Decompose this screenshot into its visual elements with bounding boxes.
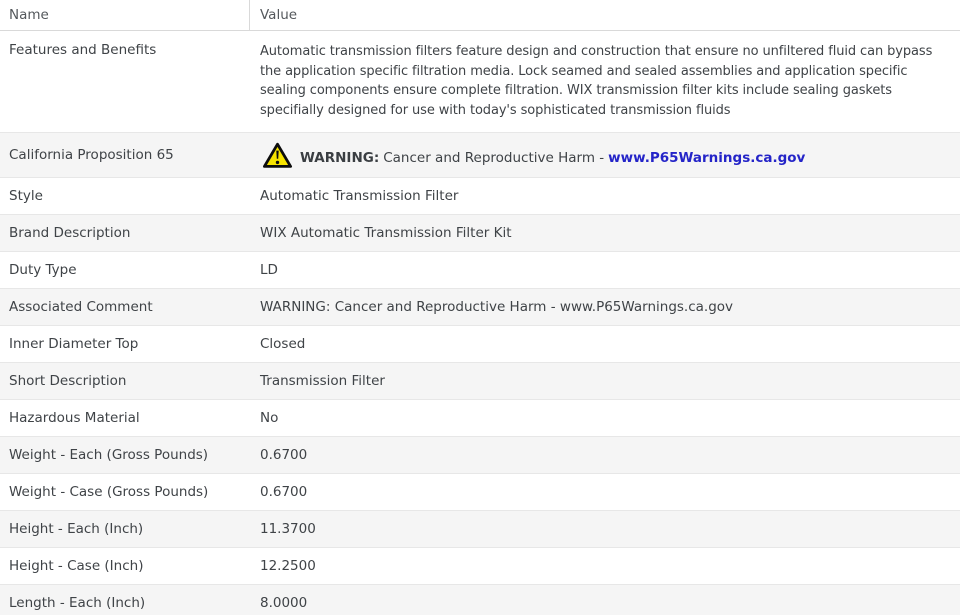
row-value: 0.6700 [260,447,308,463]
row-name: Style [9,188,43,204]
table-row-associated-comment: Associated Comment WARNING: Cancer and R… [0,289,960,326]
warning-label: WARNING: [300,150,380,166]
row-value: Transmission Filter [260,373,385,389]
row-value: WARNING: Cancer and Reproductive Harm - ww… [250,141,960,169]
column-header-value-label: Value [260,7,298,23]
row-value: 8.0000 [260,595,308,611]
table-row-height-each: Height - Each (Inch) 11.3700 [0,511,960,548]
row-value: 12.2500 [260,558,316,574]
row-name: Short Description [9,373,127,389]
warning-triangle-icon [262,141,293,169]
row-name: Height - Each (Inch) [9,521,144,537]
row-value: Automatic Transmission Filter [260,188,459,204]
row-name: Inner Diameter Top [9,336,139,352]
table-header-row: Name Value [0,0,960,31]
row-name: Weight - Case (Gross Pounds) [9,484,209,500]
row-value: WIX Automatic Transmission Filter Kit [260,225,512,241]
row-name: Brand Description [9,225,131,241]
column-header-value: Value [250,0,960,30]
row-value: No [260,410,279,426]
p65-warning-text-group: WARNING: Cancer and Reproductive Harm - ww… [293,150,805,166]
row-value: Closed [260,336,306,352]
table-row-weight-each: Weight - Each (Gross Pounds) 0.6700 [0,437,960,474]
row-value: WARNING: Cancer and Reproductive Harm - … [260,299,734,315]
table-row-duty-type: Duty Type LD [0,252,960,289]
table-row-style: Style Automatic Transmission Filter [0,178,960,215]
row-name: Hazardous Material [9,410,140,426]
row-value: LD [260,262,278,278]
row-name: Height - Case (Inch) [9,558,144,574]
table-row-short-description: Short Description Transmission Filter [0,363,960,400]
column-header-name: Name [0,0,250,30]
warning-text: Cancer and Reproductive Harm - [383,150,605,166]
row-value: 11.3700 [260,521,316,537]
row-name: California Proposition 65 [9,147,174,163]
table-row-features-and-benefits: Features and Benefits Automatic transmis… [0,31,960,133]
p65-warnings-link[interactable]: www.P65Warnings.ca.gov [608,150,805,166]
column-header-name-label: Name [9,7,49,23]
table-row-length-each: Length - Each (Inch) 8.0000 [0,585,960,615]
row-name: Associated Comment [9,299,153,315]
row-value: 0.6700 [260,484,308,500]
row-name: Weight - Each (Gross Pounds) [9,447,209,463]
row-name: Duty Type [9,262,77,278]
table-row-inner-diameter-top: Inner Diameter Top Closed [0,326,960,363]
row-name: Features and Benefits [9,42,157,58]
table-row-brand-description: Brand Description WIX Automatic Transmis… [0,215,960,252]
row-name: Length - Each (Inch) [9,595,146,611]
table-row-hazardous-material: Hazardous Material No [0,400,960,437]
table-row-weight-case: Weight - Case (Gross Pounds) 0.6700 [0,474,960,511]
row-value: Automatic transmission filters feature d… [260,44,933,118]
table-row-california-proposition-65: California Proposition 65 WARNING: Cancer… [0,133,960,178]
table-row-height-case: Height - Case (Inch) 12.2500 [0,548,960,585]
product-spec-table: Name Value Features and Benefits Automat… [0,0,960,615]
